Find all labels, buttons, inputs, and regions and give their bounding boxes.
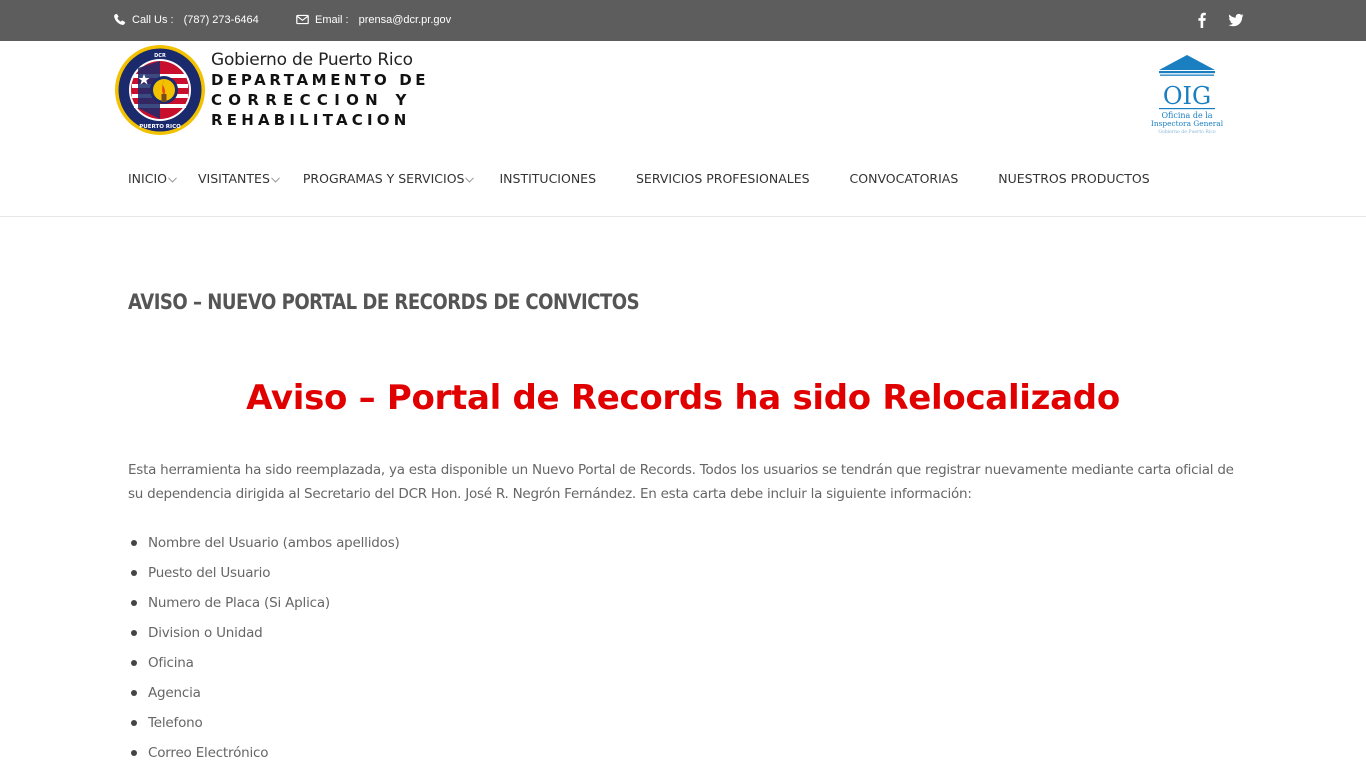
list-item-text: Agencia bbox=[148, 685, 201, 701]
brand-department-line1: DEPARTAMENTO DE bbox=[211, 71, 430, 89]
email-contact[interactable]: Email : prensa@dcr.pr.gov bbox=[296, 13, 451, 26]
site-brand[interactable]: DCR PUERTO RICO Gobierno de Puerto Rico … bbox=[114, 44, 429, 136]
oig-acronym: OIG bbox=[1163, 82, 1211, 110]
list-item-text: Correo Electrónico bbox=[148, 745, 269, 761]
phone-value[interactable]: (787) 273-6464 bbox=[184, 14, 259, 26]
oig-subtitle3: Gobierno de Puerto Rico bbox=[1158, 129, 1216, 135]
list-item: Puesto del Usuario bbox=[128, 558, 400, 588]
notice-headline: Aviso – Portal de Records ha sido Reloca… bbox=[246, 378, 1120, 418]
phone-icon bbox=[114, 13, 126, 25]
nav-label: SERVICIOS PROFESIONALES bbox=[636, 171, 810, 186]
list-item-text: Oficina bbox=[148, 655, 194, 671]
nav-label: INSTITUCIONES bbox=[499, 171, 596, 186]
main-nav: INICIO VISITANTES PROGRAMAS Y SERVICIOS … bbox=[128, 171, 1150, 186]
bullet-icon bbox=[131, 570, 137, 576]
twitter-icon[interactable] bbox=[1228, 12, 1244, 28]
chevron-down-icon bbox=[168, 176, 177, 183]
facebook-icon[interactable] bbox=[1194, 12, 1210, 28]
list-item-text: Division o Unidad bbox=[148, 625, 263, 641]
chevron-down-icon bbox=[271, 176, 280, 183]
nav-label: CONVOCATORIAS bbox=[849, 171, 959, 186]
nav-label: INICIO bbox=[128, 171, 167, 186]
bullet-icon bbox=[131, 630, 137, 636]
list-item: Agencia bbox=[128, 678, 400, 708]
bullet-icon bbox=[131, 720, 137, 726]
oig-logo[interactable]: OIG Oficina de la Inspectora General Gob… bbox=[1147, 54, 1227, 138]
brand-government: Gobierno de Puerto Rico bbox=[211, 50, 413, 70]
nav-label: VISITANTES bbox=[197, 171, 270, 186]
nav-item-instituciones[interactable]: INSTITUCIONES bbox=[499, 171, 596, 186]
bullet-icon bbox=[131, 600, 137, 606]
phone-label: Call Us : bbox=[132, 13, 174, 26]
bullet-icon bbox=[131, 660, 137, 666]
page-title: AVISO – NUEVO PORTAL DE RECORDS DE CONVI… bbox=[128, 290, 640, 314]
bullet-icon bbox=[131, 540, 137, 546]
svg-text:DCR: DCR bbox=[154, 53, 166, 59]
brand-text: Gobierno de Puerto Rico DEPARTAMENTO DE … bbox=[211, 50, 429, 130]
nav-item-convocatorias[interactable]: CONVOCATORIAS bbox=[850, 171, 959, 186]
brand-department-line2: CORRECCION Y bbox=[211, 91, 413, 109]
brand-department-line3: REHABILITACION bbox=[211, 111, 411, 129]
nav-item-servicios-profesionales[interactable]: SERVICIOS PROFESIONALES bbox=[636, 171, 810, 186]
seal-bottom-text: PUERTO RICO bbox=[139, 124, 181, 130]
list-item-text: Telefono bbox=[148, 715, 203, 731]
email-label: Email : bbox=[315, 13, 349, 26]
nav-item-programas-y-servicios[interactable]: PROGRAMAS Y SERVICIOS bbox=[303, 171, 475, 186]
nav-divider bbox=[0, 216, 1366, 217]
nav-label: PROGRAMAS Y SERVICIOS bbox=[302, 171, 465, 186]
list-item: Nombre del Usuario (ambos apellidos) bbox=[128, 528, 400, 558]
nav-item-nuestros-productos[interactable]: NUESTROS PRODUCTOS bbox=[998, 171, 1149, 186]
list-item: Oficina bbox=[128, 648, 400, 678]
nav-label: NUESTROS PRODUCTOS bbox=[998, 171, 1150, 186]
required-info-list: Nombre del Usuario (ambos apellidos) Pue… bbox=[128, 528, 400, 768]
list-item: Numero de Placa (Si Aplica) bbox=[128, 588, 400, 618]
bullet-icon bbox=[131, 690, 137, 696]
nav-item-inicio[interactable]: INICIO bbox=[128, 171, 177, 186]
list-item: Correo Electrónico bbox=[128, 738, 400, 768]
list-item-text: Nombre del Usuario (ambos apellidos) bbox=[148, 535, 400, 551]
envelope-icon bbox=[296, 14, 309, 25]
list-item: Division o Unidad bbox=[128, 618, 400, 648]
list-item-text: Puesto del Usuario bbox=[148, 565, 271, 581]
dcr-seal-logo: DCR PUERTO RICO bbox=[115, 45, 205, 135]
chevron-down-icon bbox=[465, 176, 475, 183]
top-bar: Call Us : (787) 273-6464 Email : prensa@… bbox=[0, 0, 1366, 41]
list-item: Telefono bbox=[128, 708, 400, 738]
email-value[interactable]: prensa@dcr.pr.gov bbox=[359, 14, 452, 26]
oig-subtitle2: Inspectora General bbox=[1151, 119, 1224, 128]
intro-paragraph: Esta herramienta ha sido reemplazada, ya… bbox=[128, 462, 1234, 502]
phone-contact[interactable]: Call Us : (787) 273-6464 bbox=[113, 13, 259, 26]
bullet-icon bbox=[131, 750, 137, 756]
list-item-text: Numero de Placa (Si Aplica) bbox=[148, 595, 330, 611]
nav-item-visitantes[interactable]: VISITANTES bbox=[198, 171, 280, 186]
